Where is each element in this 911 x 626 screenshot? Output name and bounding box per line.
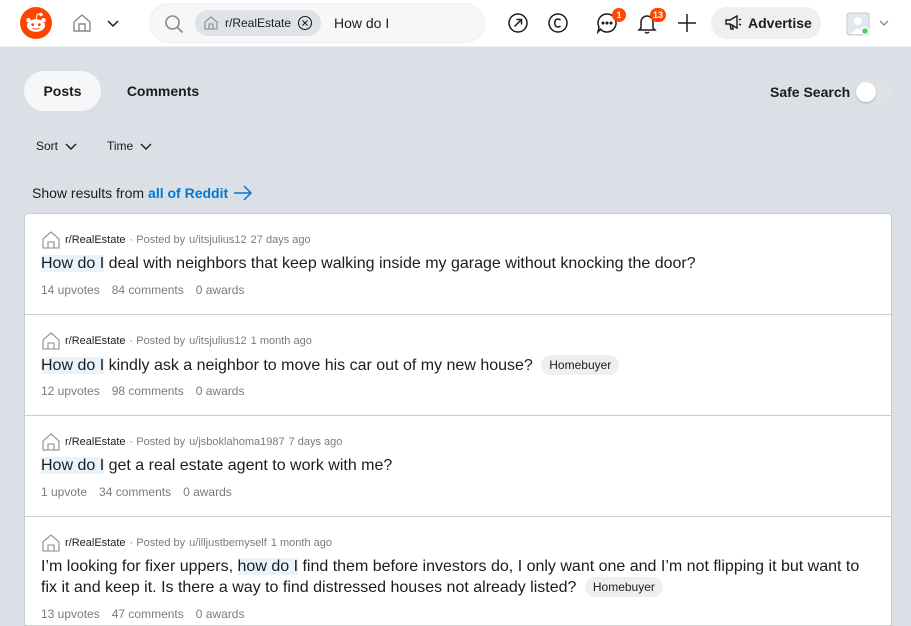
time-dropdown[interactable]: Time [107,139,153,153]
popular-arrow-icon[interactable] [507,12,529,34]
megaphone-icon [724,13,742,34]
subreddit-filter-chip[interactable]: r/RealEstate [195,10,322,36]
post-result[interactable]: r/RealEstate · Posted by u/jsboklahoma19… [25,416,891,517]
award-count: 0 awards [195,607,245,621]
search-results-list: r/RealEstate · Posted by u/itsjulius12 2… [24,213,892,626]
sort-chevron-icon [65,143,77,150]
chat-badge: 1 [612,8,626,22]
community-icon [203,15,219,31]
tab-posts[interactable]: Posts [24,71,101,111]
all-of-reddit-link[interactable]: all of Reddit [148,185,228,201]
community-home-icon[interactable] [71,12,93,34]
post-time: 7 days ago [288,436,343,448]
comment-count: 34 comments [99,485,172,499]
post-title[interactable]: How do I deal with neighbors that keep w… [41,254,861,274]
query-highlight: how do I [237,558,299,575]
post-result[interactable]: r/RealEstate · Posted by u/itsjulius12 2… [25,214,891,315]
show-results-prefix: Show results from [32,185,145,201]
clear-chip-icon[interactable] [297,15,313,31]
top-header: r/RealEstate 1 [0,0,911,47]
sort-dropdown[interactable]: Sort [36,139,78,153]
safe-search-toggle[interactable] [853,79,893,105]
subreddit-icon[interactable] [41,533,61,553]
subreddit-link[interactable]: r/RealEstate [65,234,126,246]
comment-count: 84 comments [111,283,184,297]
post-title-text: get a real estate agent to work with me? [104,457,393,474]
post-title[interactable]: How do I get a real estate agent to work… [41,456,861,476]
user-avatar[interactable] [846,12,870,36]
upvote-count: 1 upvote [41,485,88,499]
post-meta: r/RealEstate · Posted by u/itsjulius12 1… [41,331,312,351]
advertise-label: Advertise [748,15,812,31]
query-highlight: How do I [41,357,105,374]
post-result[interactable]: r/RealEstate · Posted by u/illjustbemyse… [25,517,891,621]
post-title-text: deal with neighbors that keep walking in… [104,255,696,272]
search-icon [164,14,184,34]
query-highlight: How do I [41,255,105,272]
post-author[interactable]: u/itsjulius12 [189,335,246,347]
post-result[interactable]: r/RealEstate · Posted by u/itsjulius12 1… [25,315,891,416]
post-author[interactable]: u/itsjulius12 [189,234,246,246]
chip-label: r/RealEstate [225,16,292,30]
post-title-prefix: I’m looking for fixer uppers, [41,558,238,575]
comment-count: 47 comments [111,607,184,621]
arrow-right-icon[interactable] [232,184,254,202]
coins-icon[interactable] [547,12,569,34]
posted-by-label: · Posted by [129,335,186,347]
search-input[interactable] [334,13,474,33]
subreddit-icon[interactable] [41,230,61,250]
post-author[interactable]: u/jsboklahoma1987 [189,436,284,448]
subreddit-icon[interactable] [41,331,61,351]
notifications-badge: 13 [650,8,667,22]
create-post-plus-icon[interactable] [676,12,698,34]
award-count: 0 awards [195,283,245,297]
award-count: 0 awards [183,485,232,499]
posted-by-label: · Posted by [129,234,186,246]
upvote-count: 14 upvotes [41,283,100,297]
post-stats: 1 upvote 34 comments 0 awards [41,485,244,499]
sort-label: Sort [36,139,59,153]
post-title-text: kindly ask a neighbor to move his car ou… [104,357,533,374]
advertise-button[interactable]: Advertise [711,7,821,39]
time-chevron-icon [140,143,152,150]
posted-by-label: · Posted by [129,436,186,448]
community-dropdown-chevron-icon[interactable] [106,14,120,32]
toggle-knob [856,82,876,102]
post-flair[interactable]: Homebuyer [541,355,620,375]
post-stats: 12 upvotes 98 comments 0 awards [41,384,256,398]
post-time: 1 month ago [270,537,332,549]
post-time: 1 month ago [250,335,312,347]
upvote-count: 12 upvotes [41,384,100,398]
subreddit-link[interactable]: r/RealEstate [65,335,126,347]
post-stats: 14 upvotes 84 comments 0 awards [41,283,256,297]
post-meta: r/RealEstate · Posted by u/illjustbemyse… [41,533,332,553]
post-title[interactable]: How do I kindly ask a neighbor to move h… [41,355,861,376]
tab-comments[interactable]: Comments [112,71,214,111]
user-menu-chevron-icon[interactable] [878,16,890,30]
comment-count: 98 comments [111,384,184,398]
post-meta: r/RealEstate · Posted by u/jsboklahoma19… [41,432,342,452]
time-label: Time [107,139,134,153]
subreddit-icon[interactable] [41,432,61,452]
subreddit-link[interactable]: r/RealEstate [65,537,126,549]
post-title[interactable]: I’m looking for fixer uppers, how do I f… [41,557,861,598]
subreddit-link[interactable]: r/RealEstate [65,436,126,448]
search-bar[interactable]: r/RealEstate [149,3,485,43]
post-time: 27 days ago [250,234,311,246]
post-author[interactable]: u/illjustbemyself [189,537,267,549]
post-stats: 13 upvotes 47 comments 0 awards [41,607,256,621]
reddit-logo-icon[interactable] [20,7,52,39]
safe-search-label: Safe Search [770,84,851,100]
award-count: 0 awards [195,384,245,398]
query-highlight: How do I [41,457,105,474]
show-results-bar: Show results from all of Reddit [32,184,254,202]
upvote-count: 13 upvotes [41,607,100,621]
post-flair[interactable]: Homebuyer [584,577,663,597]
posted-by-label: · Posted by [129,537,186,549]
post-meta: r/RealEstate · Posted by u/itsjulius12 2… [41,230,311,250]
